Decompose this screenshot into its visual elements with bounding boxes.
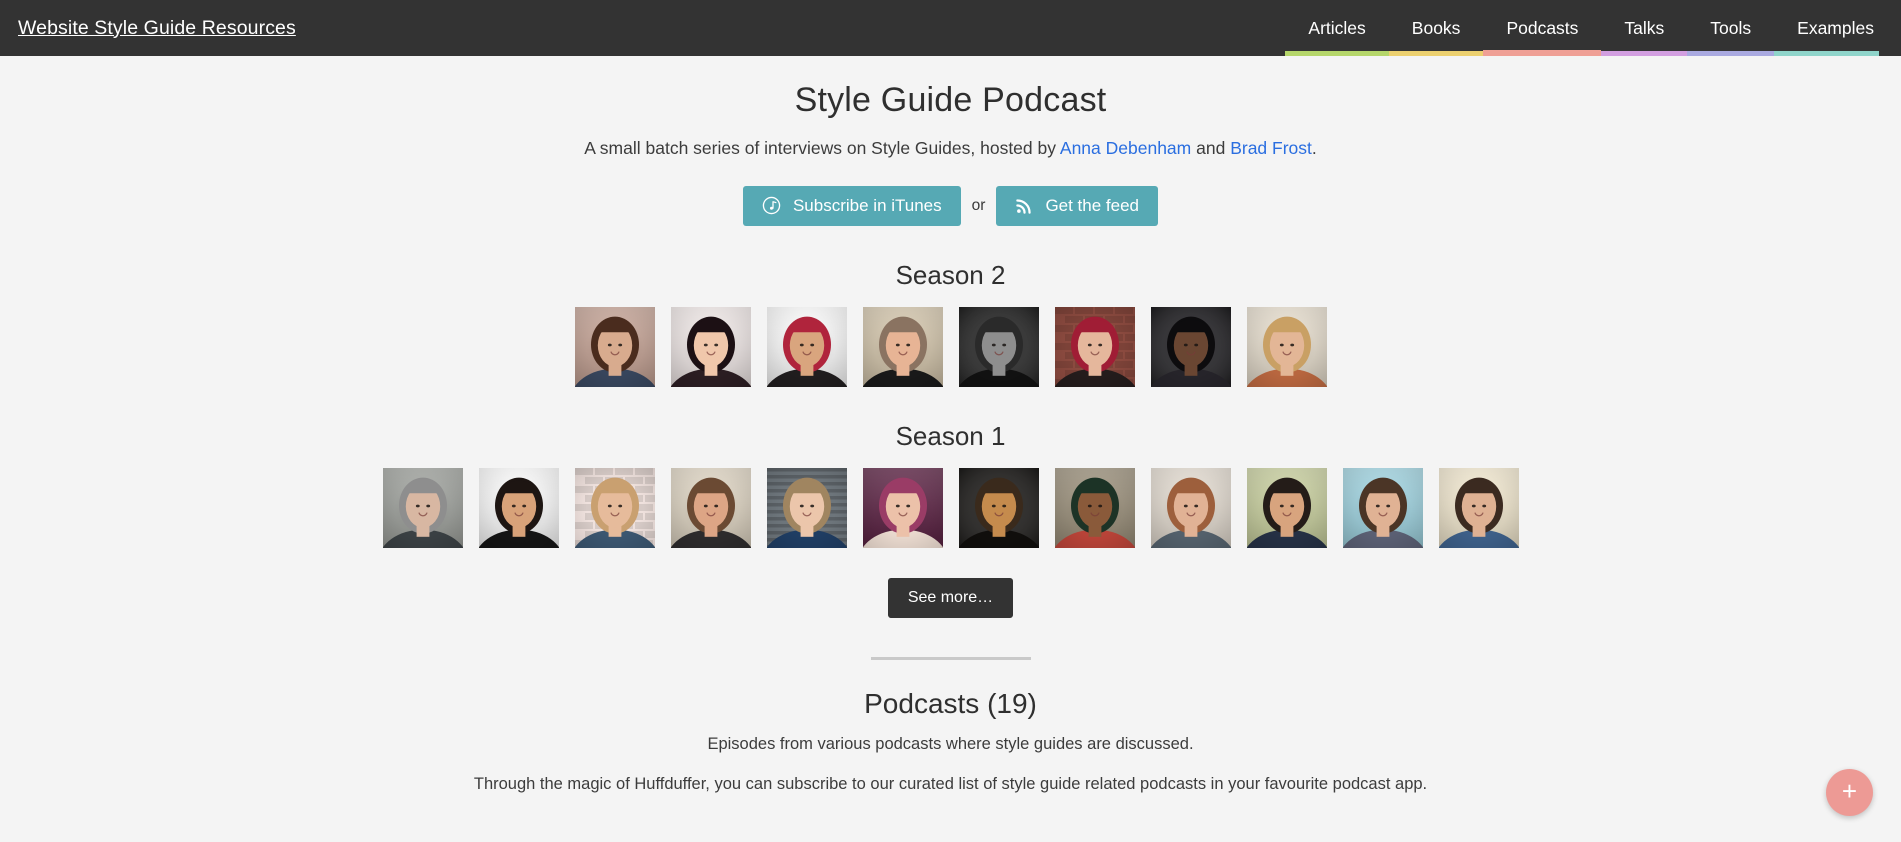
guest-portrait-image	[766, 468, 847, 549]
episode-thumbnail[interactable]	[862, 468, 943, 549]
get-the-feed-label: Get the feed	[1045, 195, 1140, 215]
section-divider	[870, 657, 1031, 661]
nav-item-underline	[1483, 50, 1602, 56]
seasons-container: Season 2 Season 1	[0, 260, 1901, 549]
guest-portrait-image	[862, 468, 943, 549]
podcasts-section-subtitle: Episodes from various podcasts where sty…	[707, 735, 1194, 754]
guest-portrait-image	[1150, 468, 1231, 549]
nav-item-label: Examples	[1797, 17, 1874, 38]
nav-item-talks[interactable]: Talks	[1601, 0, 1688, 56]
site-title[interactable]: Website Style Guide Resources	[18, 17, 296, 40]
subscribe-in-itunes-button[interactable]: Subscribe in iTunes	[742, 185, 961, 227]
nav-item-articles[interactable]: Articles	[1285, 0, 1389, 56]
season-heading: Season 2	[895, 260, 1006, 291]
main-navigation: Articles Books Podcasts Talks Tools Examples	[1285, 0, 1879, 56]
nav-item-underline	[1687, 51, 1775, 56]
episode-thumbnail[interactable]	[766, 307, 847, 388]
see-more-button[interactable]: See more…	[887, 578, 1014, 619]
episode-thumbnail[interactable]	[478, 468, 559, 549]
episode-thumbnail[interactable]	[670, 468, 751, 549]
guest-portrait-image	[1438, 468, 1519, 549]
nav-item-label: Tools	[1710, 17, 1752, 38]
page-subtitle: A small batch series of interviews on St…	[0, 138, 1901, 159]
nav-item-label: Articles	[1308, 17, 1366, 38]
guest-portrait-image	[862, 307, 943, 388]
subscribe-row: Subscribe in iTunes or Get the feed	[0, 185, 1901, 227]
guest-portrait-image	[766, 307, 847, 388]
subscribe-in-itunes-label: Subscribe in iTunes	[792, 195, 942, 215]
itunes-podcast-icon	[762, 196, 781, 215]
season-heading: Season 1	[895, 421, 1006, 452]
site-header: Website Style Guide Resources Articles Bo…	[0, 0, 1901, 56]
episode-thumbnail[interactable]	[766, 468, 847, 549]
episode-thumbnail[interactable]	[1054, 307, 1135, 388]
page-content: Style Guide Podcast A small batch series…	[0, 56, 1901, 794]
nav-item-underline	[1774, 51, 1879, 56]
guest-portrait-image	[1054, 468, 1135, 549]
episode-thumbnail[interactable]	[574, 468, 655, 549]
guest-portrait-image	[1342, 468, 1423, 549]
subtitle-text-prefix: A small batch series of interviews on St…	[584, 137, 1060, 158]
nav-item-underline	[1601, 51, 1688, 56]
add-button-fab[interactable]: +	[1826, 769, 1873, 816]
episode-thumbnail[interactable]	[862, 307, 943, 388]
see-more-wrap: See more…	[0, 578, 1901, 619]
host-link-anna-debenham[interactable]: Anna Debenham	[1060, 138, 1191, 158]
nav-item-books[interactable]: Books	[1388, 0, 1484, 56]
episode-thumbnail[interactable]	[1150, 468, 1231, 549]
guest-portrait-image	[1150, 307, 1231, 388]
episode-thumbnail[interactable]	[382, 468, 463, 549]
or-label: or	[971, 196, 986, 214]
nav-item-tools[interactable]: Tools	[1687, 0, 1775, 56]
episode-thumbnail[interactable]	[670, 307, 751, 388]
plus-icon: +	[1841, 776, 1858, 806]
host-link-brad-frost[interactable]: Brad Frost	[1230, 138, 1312, 158]
guest-portrait-image	[574, 468, 655, 549]
guest-portrait-image	[670, 307, 751, 388]
episode-thumbnail[interactable]	[574, 307, 655, 388]
episode-thumbnail[interactable]	[1150, 307, 1231, 388]
episode-thumbnail[interactable]	[1438, 468, 1519, 549]
nav-item-examples[interactable]: Examples	[1774, 0, 1879, 56]
page-title: Style Guide Podcast	[794, 81, 1107, 119]
subtitle-text-join: and	[1191, 137, 1231, 158]
guest-portrait-image	[958, 307, 1039, 388]
nav-item-label: Podcasts	[1506, 17, 1579, 38]
episode-thumbnail[interactable]	[1246, 468, 1327, 549]
get-the-feed-button[interactable]: Get the feed	[996, 185, 1159, 227]
rss-icon	[1015, 197, 1033, 215]
episode-thumbnail-row	[0, 307, 1901, 388]
nav-item-underline	[1388, 51, 1484, 56]
episode-thumbnail-row	[0, 468, 1901, 549]
episode-thumbnail[interactable]	[958, 468, 1039, 549]
nav-item-label: Books	[1411, 17, 1461, 38]
guest-portrait-image	[958, 468, 1039, 549]
guest-portrait-image	[478, 468, 559, 549]
podcasts-section-title: Podcasts (19)	[864, 688, 1037, 720]
guest-portrait-image	[1246, 307, 1327, 388]
episode-thumbnail[interactable]	[1054, 468, 1135, 549]
guest-portrait-image	[670, 468, 751, 549]
nav-item-podcasts[interactable]: Podcasts	[1483, 0, 1602, 56]
nav-item-underline	[1285, 51, 1389, 56]
guest-portrait-image	[1054, 307, 1135, 388]
episode-thumbnail[interactable]	[1342, 468, 1423, 549]
episode-thumbnail[interactable]	[1246, 307, 1327, 388]
nav-item-label: Talks	[1624, 17, 1665, 38]
guest-portrait-image	[574, 307, 655, 388]
podcasts-section-paragraph: Through the magic of Huffduffer, you can…	[473, 775, 1428, 794]
episode-thumbnail[interactable]	[958, 307, 1039, 388]
guest-portrait-image	[1246, 468, 1327, 549]
guest-portrait-image	[382, 468, 463, 549]
subtitle-text-suffix: .	[1311, 137, 1317, 158]
